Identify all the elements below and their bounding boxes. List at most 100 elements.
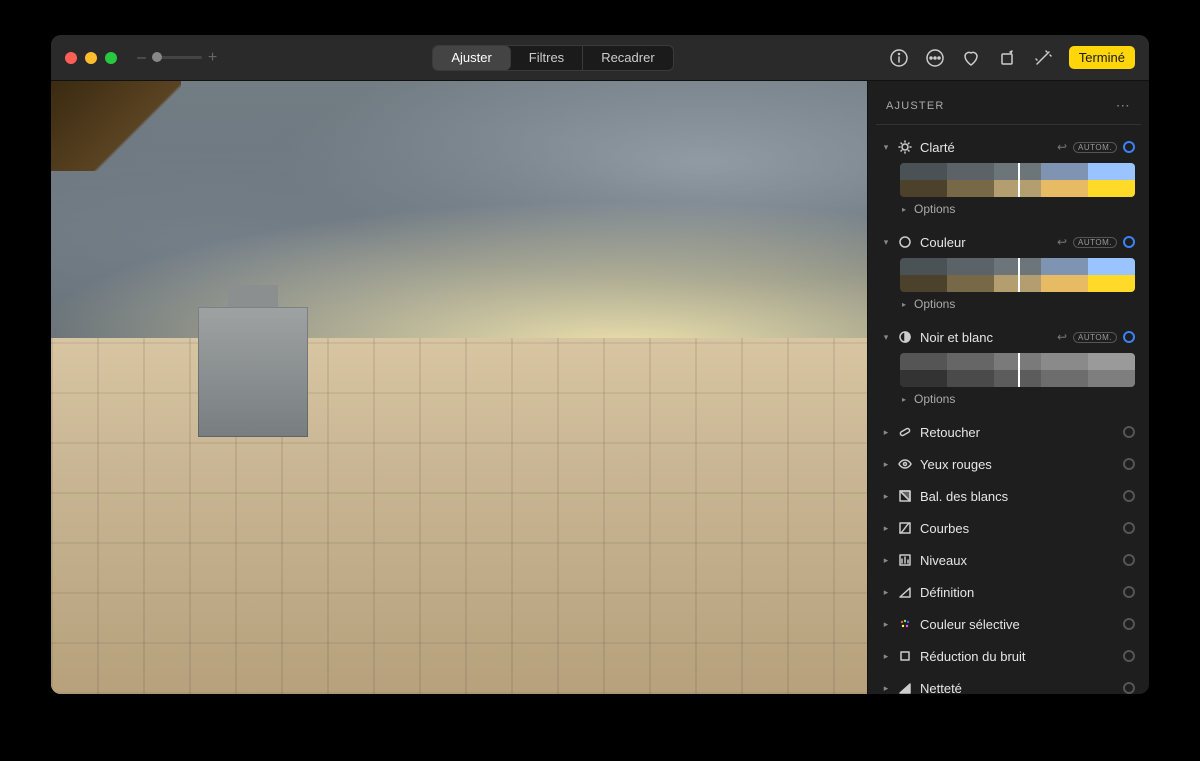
- enable-toggle[interactable]: [1123, 141, 1135, 153]
- photo-preview: [51, 81, 867, 694]
- info-icon[interactable]: [889, 48, 909, 68]
- color-circle-icon: [898, 235, 912, 249]
- panel-label: Courbes: [920, 521, 1115, 536]
- slider-marker[interactable]: [1018, 258, 1020, 292]
- slider-marker[interactable]: [1018, 353, 1020, 387]
- photo-canvas[interactable]: [51, 81, 867, 694]
- box-icon: [898, 649, 912, 663]
- enable-toggle[interactable]: [1123, 650, 1135, 662]
- enable-toggle[interactable]: [1123, 458, 1135, 470]
- panel-head-balblancs[interactable]: ▸ Bal. des blancs: [882, 484, 1135, 508]
- options-label: Options: [914, 392, 955, 406]
- thumb: [900, 163, 947, 197]
- edit-mode-tabs: Ajuster Filtres Recadrer: [432, 45, 673, 71]
- chevron-right-icon: ▸: [882, 587, 890, 598]
- done-button[interactable]: Terminé: [1069, 46, 1135, 69]
- titlebar: – + Ajuster Filtres Recadrer Terminé: [51, 35, 1149, 81]
- tab-filtres[interactable]: Filtres: [511, 46, 583, 70]
- panel-clarte: ▾ Clarté ↩︎ AUTOM.: [876, 131, 1141, 226]
- panel-label: Bal. des blancs: [920, 489, 1115, 504]
- chevron-down-icon: ▾: [882, 142, 890, 153]
- tab-ajuster[interactable]: Ajuster: [433, 46, 510, 70]
- panel-head-yeux[interactable]: ▸ Yeux rouges: [882, 452, 1135, 476]
- thumb: [1041, 353, 1088, 387]
- palette-icon: [898, 617, 912, 631]
- tab-recadrer[interactable]: Recadrer: [583, 46, 672, 70]
- panel-head-nettete[interactable]: ▸ Netteté: [882, 676, 1135, 694]
- rotate-icon[interactable]: [997, 48, 1017, 68]
- auto-button[interactable]: AUTOM.: [1073, 142, 1117, 153]
- panel-head-niveaux[interactable]: ▸ Niveaux: [882, 548, 1135, 572]
- eye-icon: [898, 457, 912, 471]
- chevron-right-icon: ▸: [882, 683, 890, 694]
- zoom-knob[interactable]: [152, 52, 162, 62]
- options-clarte[interactable]: ▸ Options: [882, 199, 1135, 222]
- zoom-track[interactable]: [152, 56, 202, 59]
- panel-label: Définition: [920, 585, 1115, 600]
- panel-bruit: ▸ Réduction du bruit: [876, 640, 1141, 672]
- enable-toggle[interactable]: [1123, 490, 1135, 502]
- panel-label: Couleur sélective: [920, 617, 1115, 632]
- magic-icon[interactable]: [1033, 48, 1053, 68]
- panel-noirblanc: ▾ Noir et blanc ↩︎ AUTOM.: [876, 321, 1141, 416]
- enable-toggle[interactable]: [1123, 426, 1135, 438]
- slider-marker[interactable]: [1018, 163, 1020, 197]
- panel-controls-clarte: ↩︎ AUTOM.: [1057, 140, 1135, 154]
- thumb: [900, 353, 947, 387]
- noirblanc-slider-thumbs[interactable]: [900, 353, 1135, 387]
- thumb: [947, 353, 994, 387]
- enable-toggle[interactable]: [1123, 522, 1135, 534]
- panel-courbes: ▸ Courbes: [876, 512, 1141, 544]
- chevron-down-icon: ▾: [882, 332, 890, 343]
- enable-toggle[interactable]: [1123, 554, 1135, 566]
- panel-head-courbes[interactable]: ▸ Courbes: [882, 516, 1135, 540]
- triangle-solid-icon: [898, 681, 912, 694]
- options-noirblanc[interactable]: ▸ Options: [882, 389, 1135, 412]
- chevron-right-icon: ▸: [882, 427, 890, 438]
- panel-head-bruit[interactable]: ▸ Réduction du bruit: [882, 644, 1135, 668]
- zoom-plus-label: +: [208, 49, 217, 67]
- panel-label: Clarté: [920, 140, 1049, 155]
- enable-toggle[interactable]: [1123, 236, 1135, 248]
- panel-head-noirblanc[interactable]: ▾ Noir et blanc ↩︎ AUTOM.: [882, 325, 1135, 349]
- chevron-right-icon: ▸: [882, 619, 890, 630]
- sidebar-more-icon[interactable]: ⋯: [1116, 97, 1131, 114]
- auto-button[interactable]: AUTOM.: [1073, 237, 1117, 248]
- couleur-slider-thumbs[interactable]: [900, 258, 1135, 292]
- chevron-right-icon: ▸: [882, 555, 890, 566]
- enable-toggle[interactable]: [1123, 618, 1135, 630]
- chevron-right-icon: ▸: [900, 300, 908, 309]
- panel-head-retoucher[interactable]: ▸ Retoucher: [882, 420, 1135, 444]
- chevron-right-icon: ▸: [900, 205, 908, 214]
- options-couleur[interactable]: ▸ Options: [882, 294, 1135, 317]
- bandage-icon: [898, 425, 912, 439]
- fullscreen-window-button[interactable]: [105, 52, 117, 64]
- favorite-icon[interactable]: [961, 48, 981, 68]
- auto-button[interactable]: AUTOM.: [1073, 332, 1117, 343]
- panel-niveaux: ▸ Niveaux: [876, 544, 1141, 576]
- undo-icon[interactable]: ↩︎: [1057, 235, 1067, 249]
- enable-toggle[interactable]: [1123, 331, 1135, 343]
- undo-icon[interactable]: ↩︎: [1057, 140, 1067, 154]
- thumb: [1088, 258, 1135, 292]
- enable-toggle[interactable]: [1123, 586, 1135, 598]
- minimize-window-button[interactable]: [85, 52, 97, 64]
- panel-head-couleur[interactable]: ▾ Couleur ↩︎ AUTOM.: [882, 230, 1135, 254]
- undo-icon[interactable]: ↩︎: [1057, 330, 1067, 344]
- close-window-button[interactable]: [65, 52, 77, 64]
- panel-yeux: ▸ Yeux rouges: [876, 448, 1141, 480]
- panel-label: Yeux rouges: [920, 457, 1115, 472]
- panel-label: Netteté: [920, 681, 1115, 695]
- panel-head-clarte[interactable]: ▾ Clarté ↩︎ AUTOM.: [882, 135, 1135, 159]
- panel-head-definition[interactable]: ▸ Définition: [882, 580, 1135, 604]
- panel-head-coulsel[interactable]: ▸ Couleur sélective: [882, 612, 1135, 636]
- panel-label: Niveaux: [920, 553, 1115, 568]
- zoom-slider[interactable]: – +: [137, 49, 217, 67]
- panel-label: Réduction du bruit: [920, 649, 1115, 664]
- zoom-minus-label: –: [137, 49, 146, 67]
- more-icon[interactable]: [925, 48, 945, 68]
- clarte-slider-thumbs[interactable]: [900, 163, 1135, 197]
- adjust-sidebar: AJUSTER ⋯ ▾ Clarté ↩︎ AUTOM.: [867, 81, 1149, 694]
- enable-toggle[interactable]: [1123, 682, 1135, 694]
- triangle-icon: [898, 585, 912, 599]
